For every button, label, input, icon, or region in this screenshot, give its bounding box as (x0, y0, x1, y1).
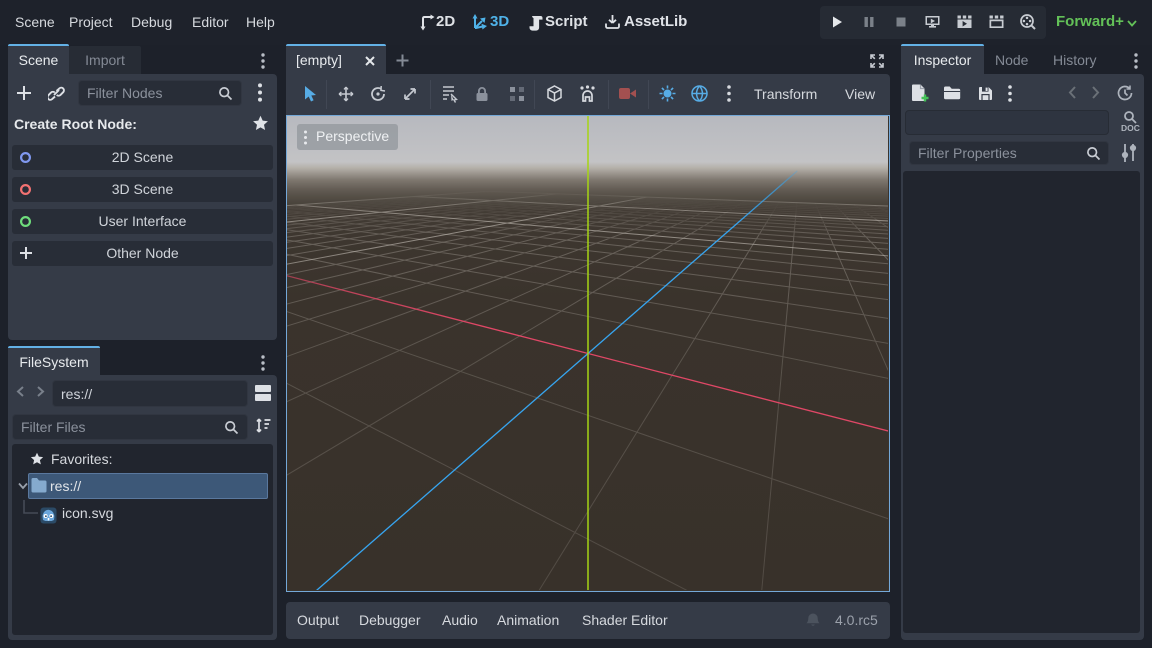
svg-text:DOC: DOC (1121, 123, 1140, 133)
